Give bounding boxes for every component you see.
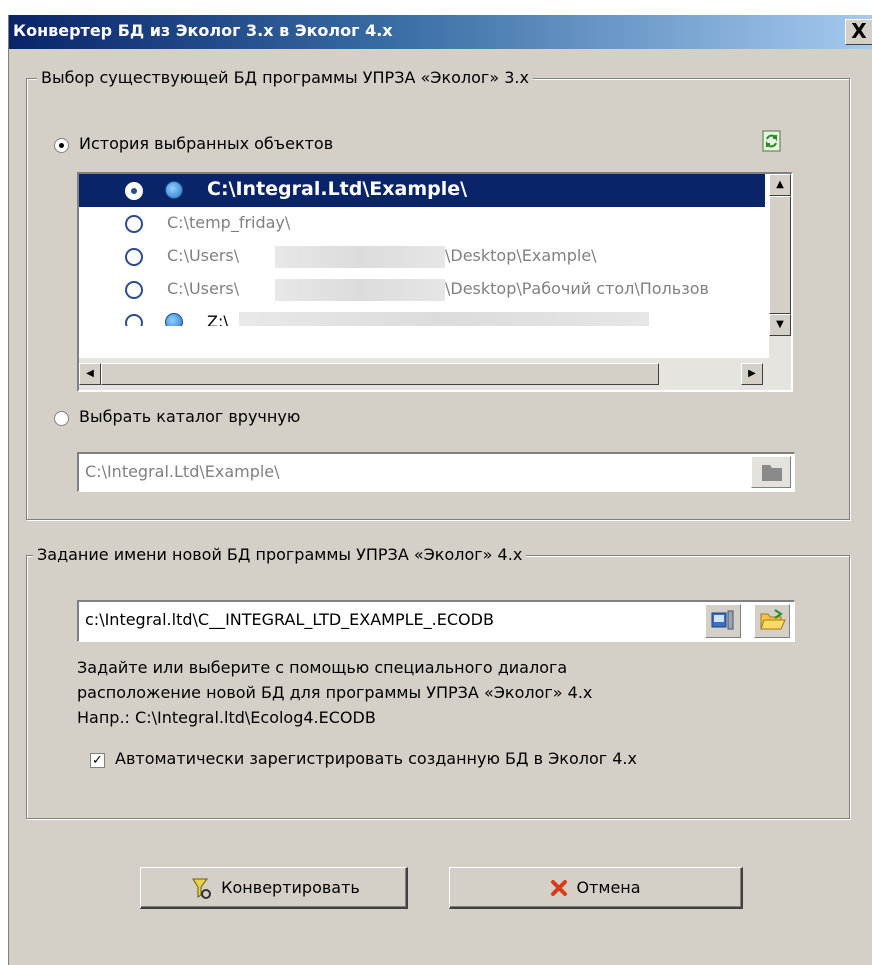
history-item-radio[interactable] (125, 248, 143, 266)
browse-folder-button[interactable] (751, 456, 791, 488)
auto-register-checkbox[interactable]: ✓ (90, 753, 105, 768)
history-item-1[interactable]: C:\Integral.Ltd\Example\ (79, 174, 765, 207)
redacted-area (275, 279, 445, 301)
redacted-area (239, 312, 649, 326)
history-item-path: C:\Integral.Ltd\Example\ (207, 178, 468, 200)
target-hint-line1: Задайте или выберите с помощью специальн… (77, 658, 568, 677)
history-item-radio[interactable] (125, 215, 143, 233)
title-bar: Конвертер БД из Эколог 3.x в Эколог 4.x … (9, 15, 872, 49)
open-folder-icon (760, 609, 786, 630)
globe-icon (165, 313, 183, 326)
refresh-button[interactable] (761, 130, 785, 154)
redacted-area (275, 246, 445, 268)
target-hint-line3: Напр.: C:\Integral.ltd\Ecolog4.ECODB (77, 708, 376, 727)
target-hint-line2: расположение новой БД для программы УПРЗ… (77, 683, 593, 702)
history-radio[interactable] (54, 138, 69, 153)
manual-path-value: C:\Integral.Ltd\Example\ (85, 462, 280, 481)
manual-radio[interactable] (54, 411, 69, 426)
auto-register-label[interactable]: Автоматически зарегистрировать созданную… (115, 749, 637, 768)
folder-icon (762, 465, 782, 481)
cancel-label: Отмена (576, 878, 641, 897)
history-item-3[interactable]: C:\Users\ \Desktop\Example\ (79, 240, 765, 273)
history-listbox[interactable]: C:\Integral.Ltd\Example\ C:\temp_friday\… (77, 172, 793, 392)
close-button[interactable]: X (845, 19, 872, 45)
manual-label[interactable]: Выбрать каталог вручную (79, 407, 300, 426)
window-title: Конвертер БД из Эколог 3.x в Эколог 4.x (13, 21, 393, 40)
open-folder-button[interactable] (754, 604, 790, 638)
history-item-path: C:\temp_friday\ (167, 213, 291, 232)
history-item-2[interactable]: C:\temp_friday\ (79, 207, 765, 240)
manual-path-field[interactable]: C:\Integral.Ltd\Example\ (77, 452, 795, 492)
horizontal-scrollbar[interactable]: ◀ ▶ (79, 358, 791, 390)
scroll-right-button[interactable]: ▶ (741, 363, 763, 385)
horizontal-scroll-thumb[interactable] (101, 363, 659, 385)
target-group-legend: Задание имени новой БД программы УПРЗА «… (33, 545, 527, 564)
history-item-radio[interactable] (125, 182, 143, 200)
history-item-path: C:\Users\ (167, 279, 240, 298)
history-item-4[interactable]: C:\Users\ \Desktop\Рабочий стол\Пользов (79, 273, 765, 306)
history-item-path-tail: \Desktop\Example\ (445, 246, 597, 265)
settings-button[interactable] (705, 604, 741, 638)
history-item-radio[interactable] (125, 281, 143, 299)
convert-icon (192, 878, 212, 899)
source-group-legend: Выбор существующей БД программы УПРЗА «Э… (37, 68, 533, 87)
scroll-up-button[interactable]: ▲ (769, 174, 791, 196)
scroll-down-button[interactable]: ▼ (769, 314, 791, 336)
database-settings-icon (711, 610, 734, 630)
cancel-icon (551, 879, 568, 896)
converter-dialog: Конвертер БД из Эколог 3.x в Эколог 4.x … (8, 15, 872, 965)
refresh-icon (762, 130, 781, 152)
history-item-path-tail: \Desktop\Рабочий стол\Пользов (445, 279, 709, 298)
target-path-value: c:\Integral.ltd\C__INTEGRAL_LTD_EXAMPLE_… (85, 610, 494, 629)
scroll-left-button[interactable]: ◀ (79, 363, 101, 385)
history-item-5[interactable]: Z:\ (79, 306, 765, 326)
history-item-radio[interactable] (125, 314, 143, 326)
globe-icon (165, 181, 183, 199)
vertical-scrollbar[interactable]: ▲ ▼ (769, 174, 791, 358)
history-item-path: C:\Users\ (167, 246, 240, 265)
convert-button[interactable]: Конвертировать (140, 867, 408, 909)
history-item-path: Z:\ (207, 312, 229, 326)
history-label[interactable]: История выбранных объектов (79, 134, 333, 153)
target-path-field[interactable]: c:\Integral.ltd\C__INTEGRAL_LTD_EXAMPLE_… (77, 600, 795, 642)
vertical-scroll-thumb[interactable] (769, 196, 791, 314)
cancel-button[interactable]: Отмена (449, 867, 743, 909)
convert-label: Конвертировать (221, 878, 360, 897)
